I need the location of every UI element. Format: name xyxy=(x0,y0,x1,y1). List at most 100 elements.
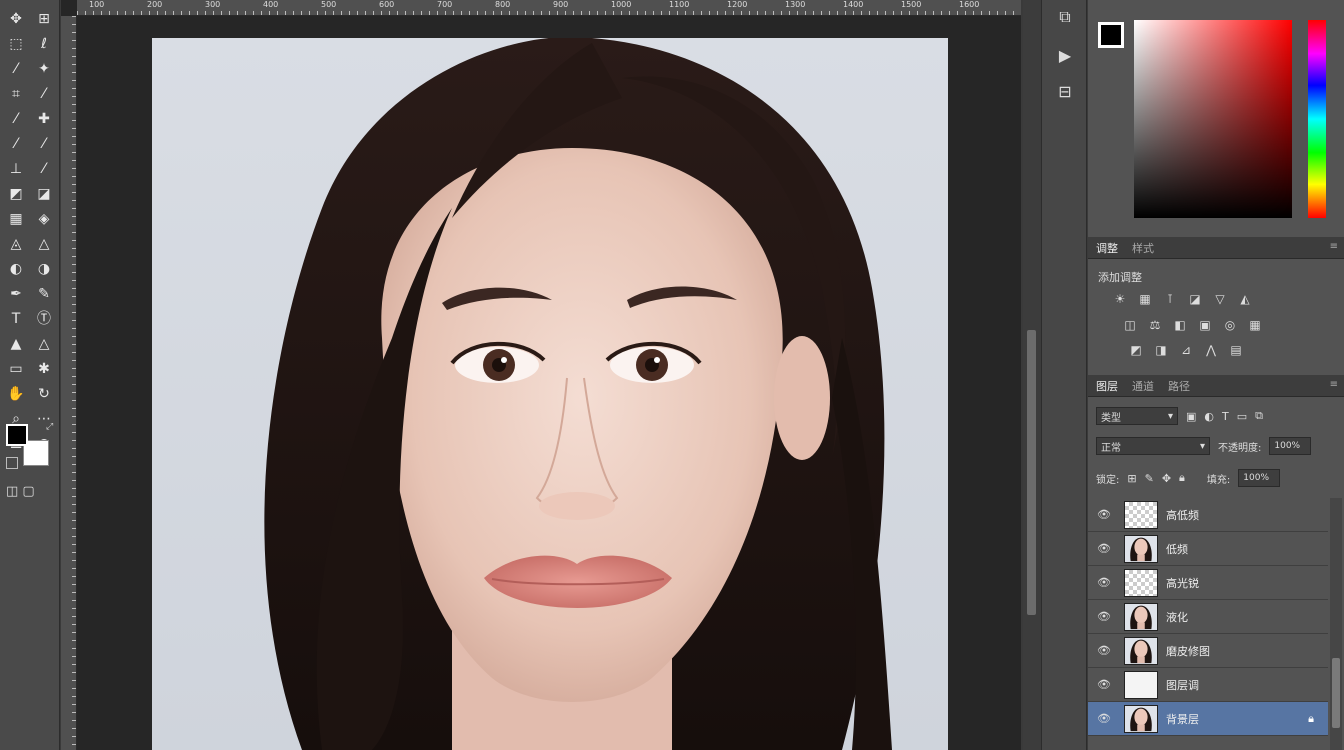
default-colors-icon[interactable] xyxy=(6,457,18,469)
slice-tool-icon[interactable]: ⁄ xyxy=(32,83,56,105)
layers-menu-icon[interactable]: ≡ xyxy=(1330,379,1338,390)
history-brush-tool-icon[interactable]: ⁄ xyxy=(32,158,56,180)
sharpen-tool-icon[interactable]: △ xyxy=(32,233,56,255)
blend-mode-select[interactable]: 正常 ▾ xyxy=(1096,437,1210,455)
visibility-eye-icon[interactable]: 👁︎ xyxy=(1088,678,1120,691)
adjustment-row1-0-icon[interactable]: ☀ xyxy=(1112,291,1128,307)
layer-row[interactable]: 👁︎ 高光锐 xyxy=(1088,566,1328,600)
rotate-view-tool-icon[interactable]: ↻ xyxy=(32,383,56,405)
paint-bucket-tool-icon[interactable]: ◈ xyxy=(32,208,56,230)
type-tool-icon[interactable]: T xyxy=(4,308,28,330)
color-panel-foreground-swatch[interactable] xyxy=(1098,22,1124,48)
adjustment-row3-2-icon[interactable]: ⊿ xyxy=(1178,342,1194,358)
visibility-eye-icon[interactable]: 👁︎ xyxy=(1088,644,1120,657)
blur-tool-icon[interactable]: ◬ xyxy=(4,233,28,255)
actions-icon[interactable]: ▶ xyxy=(1049,40,1081,70)
lasso-tool-icon[interactable]: ℓ xyxy=(32,33,56,55)
eraser-tool-icon[interactable]: ◩ xyxy=(4,183,28,205)
adjustment-row1-3-icon[interactable]: ◪ xyxy=(1187,291,1203,307)
foreground-color-swatch[interactable] xyxy=(6,424,28,446)
layer-row[interactable]: 👁︎ 液化 xyxy=(1088,600,1328,634)
adjustment-row2-5-icon[interactable]: ▦ xyxy=(1247,317,1263,333)
adjustment-row1-5-icon[interactable]: ◭ xyxy=(1237,291,1253,307)
tab-adjustments[interactable]: 调整 xyxy=(1096,240,1118,256)
panel-menu-icon[interactable]: ≡ xyxy=(1330,241,1338,252)
adjustment-row2-4-icon[interactable]: ◎ xyxy=(1222,317,1238,333)
burn-tool-icon[interactable]: ◑ xyxy=(32,258,56,280)
image-canvas[interactable] xyxy=(152,38,948,750)
marquee-tool-icon[interactable]: ⬚ xyxy=(4,33,28,55)
adjustment-row3-4-icon[interactable]: ▤ xyxy=(1228,342,1244,358)
layer-row[interactable]: 👁︎ 磨皮修图 xyxy=(1088,634,1328,668)
artboard-tool-icon[interactable]: ⊞ xyxy=(32,8,56,30)
rectangle-tool-icon[interactable]: ▭ xyxy=(4,358,28,380)
adjustment-row3-3-icon[interactable]: ⋀ xyxy=(1203,342,1219,358)
color-field[interactable] xyxy=(1134,20,1292,218)
filter-type-icon[interactable]: T xyxy=(1222,410,1229,423)
properties-icon[interactable]: ⊟ xyxy=(1049,76,1081,106)
gradient-tool-icon[interactable]: ▦ xyxy=(4,208,28,230)
magic-wand-tool-icon[interactable]: ✦ xyxy=(32,58,56,80)
tab-channels[interactable]: 通道 xyxy=(1132,378,1154,394)
quick-select-tool-icon[interactable]: ⁄ xyxy=(4,58,28,80)
layer-name[interactable]: 液化 xyxy=(1166,609,1188,625)
tab-layers[interactable]: 图层 xyxy=(1096,378,1118,394)
opacity-input[interactable]: 100% xyxy=(1269,437,1312,455)
layers-scrollbar[interactable] xyxy=(1330,498,1342,750)
crop-tool-icon[interactable]: ⌗ xyxy=(4,83,28,105)
history-icon[interactable]: ⧉ xyxy=(1049,2,1081,32)
vertical-type-tool-icon[interactable]: Ⓣ xyxy=(32,308,56,330)
fill-input[interactable]: 100% xyxy=(1238,469,1281,487)
layer-name[interactable]: 图层调 xyxy=(1166,677,1199,693)
tab-paths[interactable]: 路径 xyxy=(1168,378,1190,394)
adjustment-row1-1-icon[interactable]: ▦ xyxy=(1137,291,1153,307)
filter-adjustment-icon[interactable]: ◐ xyxy=(1204,410,1214,423)
dodge-tool-icon[interactable]: ◐ xyxy=(4,258,28,280)
adjustment-row2-0-icon[interactable]: ◫ xyxy=(1122,317,1138,333)
layer-row[interactable]: 👁︎ 低频 xyxy=(1088,532,1328,566)
adjustment-row3-0-icon[interactable]: ◩ xyxy=(1128,342,1144,358)
visibility-eye-icon[interactable]: 👁︎ xyxy=(1088,508,1120,521)
layers-scroll-thumb[interactable] xyxy=(1332,658,1340,728)
layer-row[interactable]: 👁︎ 背景层 🔒︎ xyxy=(1088,702,1328,736)
layer-name[interactable]: 低频 xyxy=(1166,541,1188,557)
pencil-tool-icon[interactable]: ⁄ xyxy=(32,133,56,155)
layer-name[interactable]: 磨皮修图 xyxy=(1166,643,1210,659)
layer-name[interactable]: 高低频 xyxy=(1166,507,1199,523)
freeform-pen-tool-icon[interactable]: ✎ xyxy=(32,283,56,305)
adjustment-row2-3-icon[interactable]: ▣ xyxy=(1197,317,1213,333)
custom-shape-tool-icon[interactable]: ✱ xyxy=(32,358,56,380)
direct-select-tool-icon[interactable]: △ xyxy=(32,333,56,355)
lock-image-icon[interactable]: ✎ xyxy=(1145,472,1154,485)
visibility-eye-icon[interactable]: 👁︎ xyxy=(1088,712,1120,725)
filter-pixel-icon[interactable]: ▣ xyxy=(1186,410,1196,423)
adjustment-row1-2-icon[interactable]: ⊺ xyxy=(1162,291,1178,307)
lock-all-icon[interactable]: 🔒︎ xyxy=(1179,471,1185,485)
brush-tool-icon[interactable]: ⁄ xyxy=(4,133,28,155)
quick-mask-icon[interactable]: ◫ ▢ xyxy=(6,484,35,499)
visibility-eye-icon[interactable]: 👁︎ xyxy=(1088,610,1120,623)
tab-styles[interactable]: 样式 xyxy=(1132,240,1154,256)
layer-name[interactable]: 背景层 xyxy=(1166,711,1199,727)
adjustment-row2-1-icon[interactable]: ⚖ xyxy=(1147,317,1163,333)
layer-row[interactable]: 👁︎ 图层调 xyxy=(1088,668,1328,702)
clone-stamp-tool-icon[interactable]: ⊥ xyxy=(4,158,28,180)
path-select-tool-icon[interactable]: ▲ xyxy=(4,333,28,355)
pen-tool-icon[interactable]: ✒ xyxy=(4,283,28,305)
adjustment-row3-1-icon[interactable]: ◨ xyxy=(1153,342,1169,358)
filter-smart-object-icon[interactable]: ⧉ xyxy=(1255,409,1263,423)
healing-brush-tool-icon[interactable]: ✚ xyxy=(32,108,56,130)
layer-filter-select[interactable]: 类型 ▾ xyxy=(1096,407,1178,425)
visibility-eye-icon[interactable]: 👁︎ xyxy=(1088,542,1120,555)
lock-pixels-icon[interactable]: ⊞ xyxy=(1127,472,1136,485)
canvas-vertical-scrollbar[interactable] xyxy=(1023,0,1041,750)
swap-colors-icon[interactable]: ⤢ xyxy=(46,422,53,432)
filter-shape-icon[interactable]: ▭ xyxy=(1237,410,1247,423)
adjustment-row2-2-icon[interactable]: ◧ xyxy=(1172,317,1188,333)
move-tool-icon[interactable]: ✥ xyxy=(4,8,28,30)
visibility-eye-icon[interactable]: 👁︎ xyxy=(1088,576,1120,589)
adjustment-row1-4-icon[interactable]: ▽ xyxy=(1212,291,1228,307)
hue-slider[interactable] xyxy=(1308,20,1326,218)
background-eraser-tool-icon[interactable]: ◪ xyxy=(32,183,56,205)
layer-row[interactable]: 👁︎ 高低频 xyxy=(1088,498,1328,532)
